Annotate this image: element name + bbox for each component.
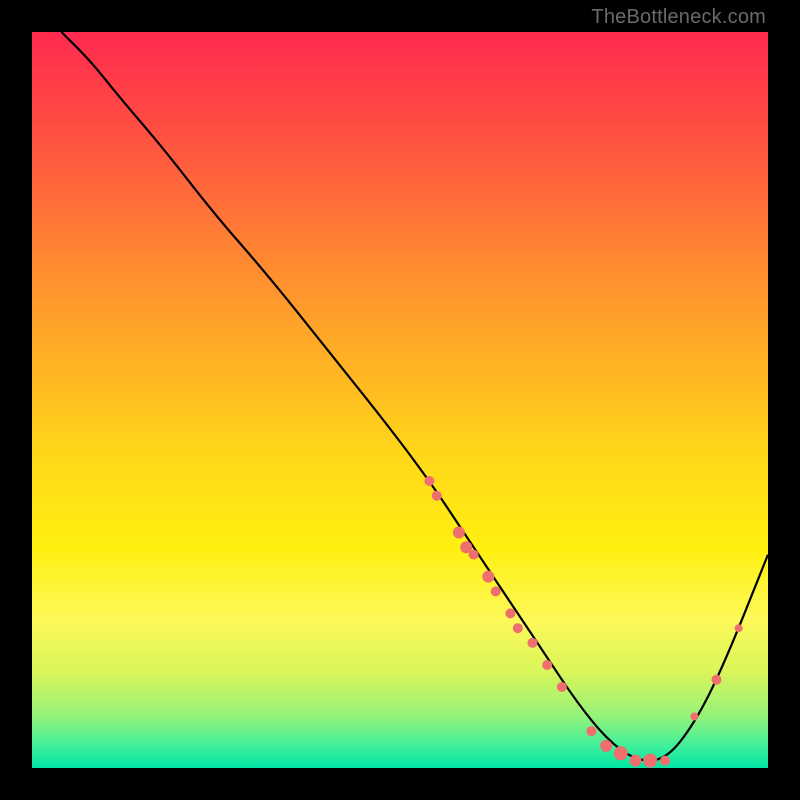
- data-marker: [643, 754, 657, 768]
- bottleneck-curve: [61, 32, 768, 761]
- data-marker: [586, 726, 596, 736]
- data-marker: [735, 624, 743, 632]
- data-marker: [505, 608, 515, 618]
- data-marker: [614, 746, 628, 760]
- data-marker: [424, 476, 434, 486]
- data-marker: [557, 682, 567, 692]
- data-marker: [600, 740, 612, 752]
- chart-container: TheBottleneck.com: [0, 0, 800, 800]
- data-marker: [660, 756, 670, 766]
- data-marker: [491, 586, 501, 596]
- data-marker: [542, 660, 552, 670]
- data-marker: [469, 550, 479, 560]
- chart-svg: [32, 32, 768, 768]
- data-marker: [513, 623, 523, 633]
- data-marker: [528, 638, 538, 648]
- data-marker: [432, 491, 442, 501]
- data-marker: [482, 571, 494, 583]
- data-marker: [630, 755, 642, 767]
- data-marker: [712, 675, 722, 685]
- marker-group: [424, 476, 742, 768]
- data-marker: [453, 527, 465, 539]
- watermark-text: TheBottleneck.com: [591, 6, 766, 29]
- data-marker: [690, 713, 698, 721]
- plot-area: [32, 32, 768, 768]
